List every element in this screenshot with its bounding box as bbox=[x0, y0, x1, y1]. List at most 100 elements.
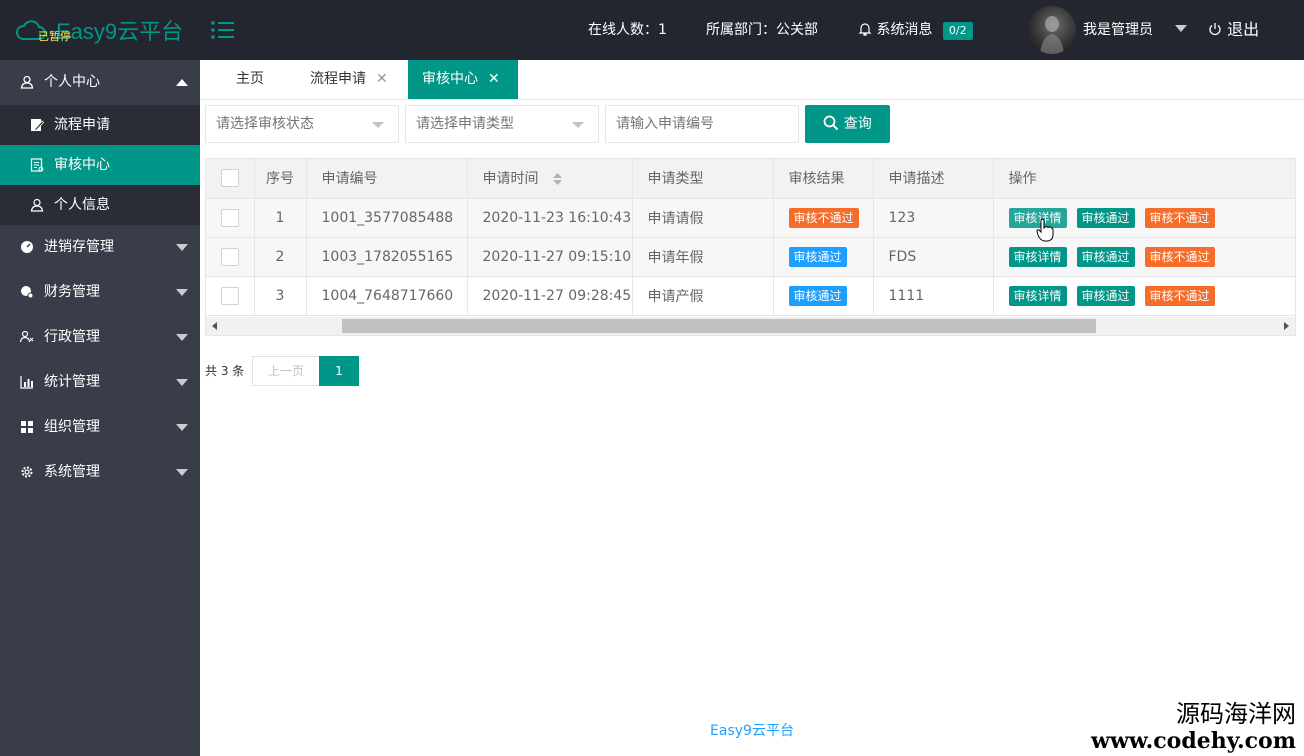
people-icon bbox=[20, 330, 34, 343]
sidebar-item-personal-center[interactable]: 个人中心 bbox=[0, 60, 200, 105]
logout-label: 退出 bbox=[1227, 20, 1260, 39]
scrollbar-thumb[interactable] bbox=[342, 319, 1096, 333]
sidebar-item-finance[interactable]: 财务管理 bbox=[0, 270, 200, 315]
scroll-right-icon[interactable] bbox=[1284, 322, 1289, 330]
messages-badge: 0/2 bbox=[942, 22, 973, 40]
cell-type: 申请年假 bbox=[632, 237, 774, 277]
online-count: 在线人数：1 bbox=[588, 22, 667, 38]
cell-index: 1 bbox=[254, 198, 307, 238]
sidebar-item-statistics[interactable]: 统计管理 bbox=[0, 360, 200, 405]
search-icon bbox=[823, 115, 839, 131]
row-checkbox[interactable] bbox=[220, 208, 239, 227]
dashboard-icon bbox=[21, 241, 33, 253]
close-icon[interactable]: ✕ bbox=[376, 71, 388, 87]
paused-label: 已暂停 bbox=[38, 30, 71, 43]
tab-label: 流程申请 bbox=[310, 71, 366, 87]
avatar-image bbox=[1040, 16, 1064, 54]
row-checkbox[interactable] bbox=[220, 247, 239, 266]
scroll-left-icon[interactable] bbox=[212, 322, 217, 330]
sidebar-item-label: 财务管理 bbox=[44, 284, 100, 300]
cell-desc: 1111 bbox=[873, 276, 994, 316]
chevron-down-icon bbox=[372, 122, 384, 128]
cell-desc: FDS bbox=[873, 237, 994, 277]
column-header: 操作 bbox=[993, 159, 1295, 199]
user-name: 我是管理员 bbox=[1083, 22, 1153, 38]
column-header: 审核结果 bbox=[773, 159, 874, 199]
table-row: 2 1003_1782055165 2020-11-27 09:15:10 申请… bbox=[206, 237, 1295, 277]
sidebar-item-inventory[interactable]: 进销存管理 bbox=[0, 225, 200, 270]
cell-actions: 审核详情 审核通过 审核不通过 bbox=[993, 276, 1295, 316]
document-icon bbox=[30, 158, 44, 172]
cell-time: 2020-11-27 09:28:45 bbox=[467, 276, 633, 316]
table-row: 1 1001_3577085488 2020-11-23 16:10:43 申请… bbox=[206, 198, 1295, 238]
chevron-down-icon bbox=[176, 424, 188, 431]
chevron-down-icon bbox=[176, 334, 188, 341]
sidebar-subitem-audit-center[interactable]: 审核中心 bbox=[0, 145, 200, 185]
column-header: 序号 bbox=[254, 159, 307, 199]
chart-icon bbox=[20, 376, 33, 389]
type-select[interactable]: 请选择申请类型 bbox=[405, 105, 599, 143]
type-select-placeholder: 请选择申请类型 bbox=[416, 116, 514, 132]
tab-audit-center[interactable]: 审核中心 ✕ bbox=[408, 60, 518, 99]
audit-detail-button[interactable]: 审核详情 bbox=[1008, 246, 1067, 267]
select-all-checkbox[interactable] bbox=[220, 169, 239, 188]
horizontal-scrollbar[interactable] bbox=[206, 317, 1295, 335]
close-icon[interactable]: ✕ bbox=[488, 71, 500, 87]
approve-button[interactable]: 审核通过 bbox=[1076, 246, 1135, 267]
prev-page-button[interactable]: 上一页 bbox=[252, 356, 320, 386]
department-label: 所属部门：公关部 bbox=[706, 22, 818, 38]
column-header: 申请描述 bbox=[873, 159, 994, 199]
sort-icon[interactable] bbox=[552, 173, 562, 186]
column-header: 申请类型 bbox=[632, 159, 774, 199]
column-header-sortable[interactable]: 申请时间 bbox=[467, 159, 633, 199]
tab-home[interactable]: 主页 bbox=[220, 60, 280, 99]
audit-detail-button[interactable]: 审核详情 bbox=[1008, 285, 1067, 306]
cell-result: 审核通过 bbox=[773, 276, 874, 316]
system-messages[interactable]: 系统消息 0/2 bbox=[858, 0, 973, 60]
watermark-line1: 源码海洋网 bbox=[1176, 700, 1296, 728]
reject-button[interactable]: 审核不通过 bbox=[1144, 246, 1215, 267]
chevron-down-icon bbox=[176, 289, 188, 296]
cell-type: 申请产假 bbox=[632, 276, 774, 316]
approve-button[interactable]: 审核通过 bbox=[1076, 207, 1135, 228]
cell-actions: 审核详情 审核通过 审核不通过 bbox=[993, 237, 1295, 277]
reject-button[interactable]: 审核不通过 bbox=[1144, 207, 1215, 228]
bell-icon bbox=[858, 23, 872, 36]
page-1-button[interactable]: 1 bbox=[319, 356, 359, 386]
top-header: Easy9云平台 已暂停 在线人数：1 所属部门：公关部 系统消息 0/2 我是… bbox=[0, 0, 1304, 60]
chevron-down-icon bbox=[176, 379, 188, 386]
person-icon bbox=[30, 198, 44, 212]
cell-number: 1003_1782055165 bbox=[306, 237, 468, 277]
cell-index: 3 bbox=[254, 276, 307, 316]
audit-table: 序号 申请编号 申请时间 申请类型 审核结果 申请描述 操作 1 1001_35… bbox=[205, 158, 1296, 336]
finance-icon bbox=[21, 286, 34, 299]
avatar[interactable] bbox=[1028, 6, 1076, 54]
sidebar-item-label: 个人中心 bbox=[44, 74, 100, 90]
reject-button[interactable]: 审核不通过 bbox=[1144, 285, 1215, 306]
table-row: 3 1004_7648717660 2020-11-27 09:28:45 申请… bbox=[206, 276, 1295, 316]
cell-type: 申请请假 bbox=[632, 198, 774, 238]
sidebar-item-administration[interactable]: 行政管理 bbox=[0, 315, 200, 360]
sidebar-subitem-label: 审核中心 bbox=[54, 157, 110, 173]
sidebar-item-organization[interactable]: 组织管理 bbox=[0, 405, 200, 450]
tab-process-apply[interactable]: 流程申请 ✕ bbox=[296, 60, 406, 99]
sidebar-subitem-label: 个人信息 bbox=[54, 197, 110, 213]
cell-number: 1001_3577085488 bbox=[306, 198, 468, 238]
column-header-label: 申请时间 bbox=[482, 171, 539, 188]
logo[interactable]: Easy9云平台 已暂停 bbox=[16, 14, 183, 46]
sidebar-subitem-process-apply[interactable]: 流程申请 bbox=[0, 105, 200, 145]
sidebar-subitem-personal-info[interactable]: 个人信息 bbox=[0, 185, 200, 225]
row-checkbox[interactable] bbox=[220, 286, 239, 305]
menu-toggle-icon[interactable] bbox=[210, 18, 236, 42]
sidebar-item-label: 组织管理 bbox=[44, 419, 100, 435]
sidebar-item-label: 统计管理 bbox=[44, 374, 100, 390]
logout-button[interactable]: 退出 bbox=[1208, 0, 1259, 60]
approve-button[interactable]: 审核通过 bbox=[1076, 285, 1135, 306]
sidebar-item-system[interactable]: 系统管理 bbox=[0, 450, 200, 495]
status-select[interactable]: 请选择审核状态 bbox=[205, 105, 399, 143]
application-number-input[interactable]: 请输入申请编号 bbox=[605, 105, 799, 143]
user-menu[interactable]: 我是管理员 bbox=[1083, 0, 1188, 60]
cell-time: 2020-11-27 09:15:10 bbox=[467, 237, 633, 277]
query-button[interactable]: 查询 bbox=[805, 105, 890, 143]
sidebar-item-label: 进销存管理 bbox=[44, 239, 114, 255]
